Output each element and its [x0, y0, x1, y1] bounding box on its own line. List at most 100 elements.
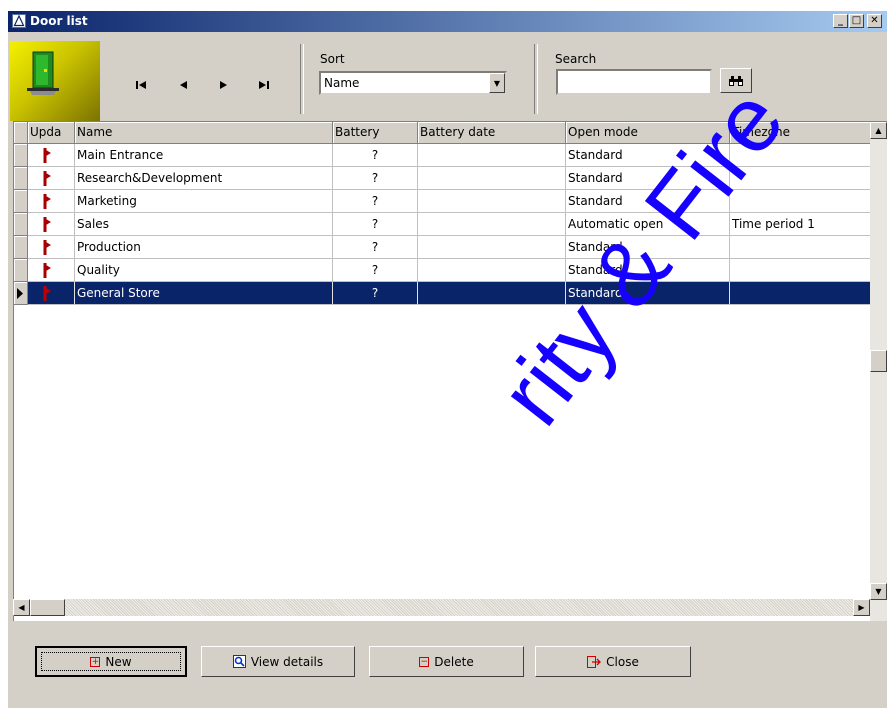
sort-label: Sort: [320, 52, 345, 66]
table-row-selected[interactable]: General Store ? Standard: [14, 282, 887, 305]
column-header-name[interactable]: Name: [75, 122, 333, 144]
update-cell: [28, 190, 75, 213]
next-record-button[interactable]: [211, 76, 237, 94]
column-header-battery-date[interactable]: Battery date: [418, 122, 566, 144]
table-row[interactable]: Research&Development ? Standard: [14, 167, 887, 190]
row-indicator[interactable]: [14, 236, 28, 259]
battery-cell: ?: [333, 144, 418, 167]
last-record-icon: [259, 81, 269, 89]
vertical-scrollbar[interactable]: ▲ ▼: [870, 122, 887, 621]
update-cell: [28, 236, 75, 259]
button-bar: + New View details − Delete Close: [8, 631, 887, 708]
table-row[interactable]: Quality ? Standard: [14, 259, 887, 282]
horizontal-scrollbar[interactable]: ◀ ▶: [13, 599, 870, 616]
new-button[interactable]: + New: [35, 646, 187, 677]
first-record-button[interactable]: [128, 76, 154, 94]
timezone-cell: [730, 190, 871, 213]
table-header: Upda Name Battery Battery date Open mode…: [14, 122, 887, 144]
update-cell: [28, 167, 75, 190]
horizontal-scroll-thumb[interactable]: [30, 599, 65, 616]
timezone-cell: [730, 282, 871, 305]
timezone-cell: [730, 167, 871, 190]
delete-button[interactable]: − Delete: [369, 646, 524, 677]
view-details-label: View details: [250, 654, 324, 669]
door-table[interactable]: Upda Name Battery Battery date Open mode…: [13, 121, 887, 621]
remove-icon: −: [419, 656, 430, 667]
next-record-icon: [220, 81, 227, 89]
red-key-icon: [43, 194, 51, 209]
open-mode-cell: Standard: [566, 282, 730, 305]
window-title: Door list: [30, 14, 88, 28]
row-indicator[interactable]: [14, 259, 28, 282]
last-record-button[interactable]: [251, 76, 277, 94]
open-mode-cell: Standard: [566, 167, 730, 190]
open-mode-cell: Standard: [566, 144, 730, 167]
magnifier-icon: [232, 655, 246, 668]
scroll-up-button[interactable]: ▲: [870, 122, 887, 139]
battery-cell: ?: [333, 259, 418, 282]
battery-date-cell: [418, 167, 566, 190]
battery-date-cell: [418, 282, 566, 305]
row-indicator[interactable]: [14, 213, 28, 236]
red-key-icon: [43, 263, 51, 278]
open-mode-cell: Standard: [566, 190, 730, 213]
current-row-arrow-icon: [17, 288, 23, 299]
name-cell: Quality: [75, 259, 333, 282]
search-button[interactable]: [720, 68, 752, 93]
red-key-icon: [43, 171, 51, 186]
close-button[interactable]: Close: [535, 646, 691, 677]
chevron-down-icon[interactable]: ▼: [489, 73, 505, 93]
name-cell: Research&Development: [75, 167, 333, 190]
column-header-update[interactable]: Upda: [28, 122, 75, 144]
sort-dropdown[interactable]: Name ▼: [319, 71, 507, 95]
header-indicator: [14, 122, 28, 144]
update-cell: [28, 213, 75, 236]
close-window-button[interactable]: ✕: [867, 14, 882, 28]
name-cell: General Store: [75, 282, 333, 305]
search-label: Search: [555, 52, 597, 66]
red-key-icon: [43, 217, 51, 232]
close-button-label: Close: [606, 654, 639, 669]
red-key-icon: [43, 286, 51, 301]
scroll-down-button[interactable]: ▼: [870, 583, 887, 600]
view-details-button[interactable]: View details: [201, 646, 355, 677]
column-header-timezone[interactable]: Timezone: [730, 122, 871, 144]
toolbar-separator: [534, 44, 538, 114]
table-row[interactable]: Main Entrance ? Standard: [14, 144, 887, 167]
previous-record-button[interactable]: [170, 76, 196, 94]
delete-button-label: Delete: [434, 654, 474, 669]
first-record-icon: [136, 81, 146, 89]
sort-dropdown-value: Name: [324, 76, 360, 90]
scroll-right-button[interactable]: ▶: [853, 599, 870, 616]
vertical-scroll-thumb[interactable]: [870, 350, 887, 372]
update-cell: [28, 259, 75, 282]
title-bar[interactable]: Door list _ □ ✕: [8, 11, 887, 32]
open-mode-cell: Standard: [566, 236, 730, 259]
timezone-cell: [730, 144, 871, 167]
row-indicator[interactable]: [14, 190, 28, 213]
search-input[interactable]: [556, 69, 712, 95]
scroll-left-button[interactable]: ◀: [13, 599, 30, 616]
toolbar: Sort Name ▼ Search: [8, 32, 887, 121]
red-key-icon: [43, 240, 51, 255]
name-cell: Main Entrance: [75, 144, 333, 167]
battery-cell: ?: [333, 190, 418, 213]
row-indicator[interactable]: [14, 144, 28, 167]
battery-date-cell: [418, 190, 566, 213]
minimize-button[interactable]: _: [833, 14, 848, 28]
red-key-icon: [43, 148, 51, 163]
update-cell: [28, 282, 75, 305]
exit-icon: [587, 655, 602, 668]
table-row[interactable]: Sales ? Automatic open Time period 1: [14, 213, 887, 236]
column-header-open-mode[interactable]: Open mode: [566, 122, 730, 144]
table-row[interactable]: Production ? Standard: [14, 236, 887, 259]
table-row[interactable]: Marketing ? Standard: [14, 190, 887, 213]
battery-cell: ?: [333, 282, 418, 305]
name-cell: Sales: [75, 213, 333, 236]
toolbar-separator: [300, 44, 304, 114]
door-icon: [10, 41, 100, 121]
row-indicator[interactable]: [14, 167, 28, 190]
row-indicator-current[interactable]: [14, 282, 28, 305]
maximize-button[interactable]: □: [849, 14, 864, 28]
column-header-battery[interactable]: Battery: [333, 122, 418, 144]
